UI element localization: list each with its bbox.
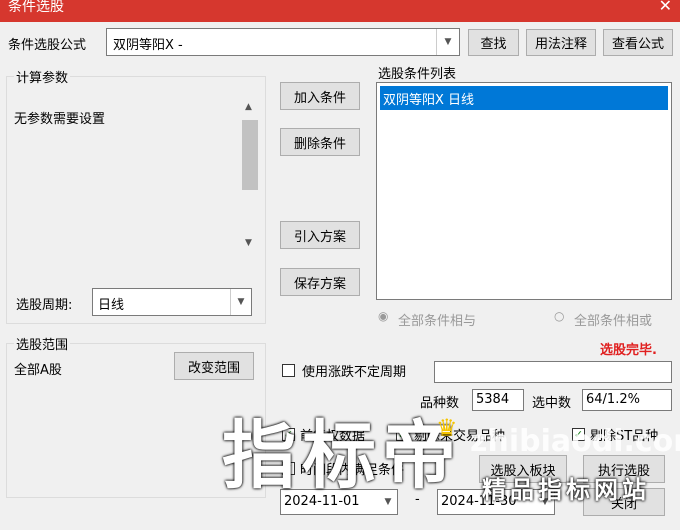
period-value: 日线 [98,298,125,313]
selected-field: 64/1.2% [582,389,672,411]
crown-icon: ♛ [436,414,458,442]
watermark-logo: 指标帝 [222,413,462,499]
selected-value: 64/1.2% [586,392,640,407]
count-label: 品种数 [420,396,460,411]
or-radio-icon[interactable]: ○ [554,309,564,323]
formula-label: 条件选股公式 [8,38,87,53]
save-plan-button[interactable]: 保存方案 [280,268,360,296]
or-radio-label[interactable]: 全部条件相或 [574,310,652,329]
close-icon[interactable]: ✕ [659,0,672,15]
scroll-thumb[interactable] [242,120,258,190]
selected-label: 选中数 [532,396,572,411]
change-range-button[interactable]: 改变范围 [174,352,254,380]
status-text: 选股完毕. [600,343,657,358]
scroll-down-icon[interactable]: ▼ [245,238,252,248]
range-legend: 选股范围 [14,334,71,353]
watermark-subtitle: 精品指标网站 [482,475,650,504]
import-plan-button[interactable]: 引入方案 [280,221,360,249]
watermark-url: zhibiaodi.com [470,424,680,459]
params-scrollbar[interactable]: ▲ ▼ [240,98,260,256]
view-formula-button[interactable]: 查看公式 [603,29,673,56]
count-field: 5384 [472,389,524,411]
delete-condition-button[interactable]: 删除条件 [280,128,360,156]
period-label: 选股周期: [16,298,73,313]
condition-item-label: 双阴等阳X 日线 [383,93,475,108]
and-radio-label[interactable]: 全部条件相与 [398,310,476,329]
scroll-up-icon[interactable]: ▲ [245,102,252,112]
uncertain-period-checkbox[interactable] [282,364,295,377]
find-button[interactable]: 查找 [468,29,519,56]
and-radio-icon[interactable]: ◉ [378,309,388,323]
conditions-legend: 选股条件列表 [378,67,457,82]
add-condition-button[interactable]: 加入条件 [280,82,360,110]
params-text: 无参数需要设置 [14,112,106,127]
range-value: 全部A股 [14,363,62,378]
uncertain-period-input[interactable] [434,361,672,383]
params-legend: 计算参数 [14,67,71,86]
conditions-list[interactable]: 双阴等阳X 日线 [376,82,672,300]
count-value: 5384 [476,392,510,407]
chevron-down-icon[interactable]: ▼ [230,289,251,315]
usage-button[interactable]: 用法注释 [526,29,596,56]
window-title: 条件选股 [8,0,64,15]
chevron-down-icon[interactable]: ▼ [436,29,459,55]
uncertain-period-label[interactable]: 使用涨跌不定周期 [302,361,406,380]
title-bar: 条件选股 ✕ [0,0,680,22]
formula-select[interactable]: 双阴等阳X - ▼ [106,28,460,56]
formula-value: 双阴等阳X - [113,38,183,53]
condition-item[interactable]: 双阴等阳X 日线 [380,86,668,110]
period-select[interactable]: 日线 ▼ [92,288,252,316]
